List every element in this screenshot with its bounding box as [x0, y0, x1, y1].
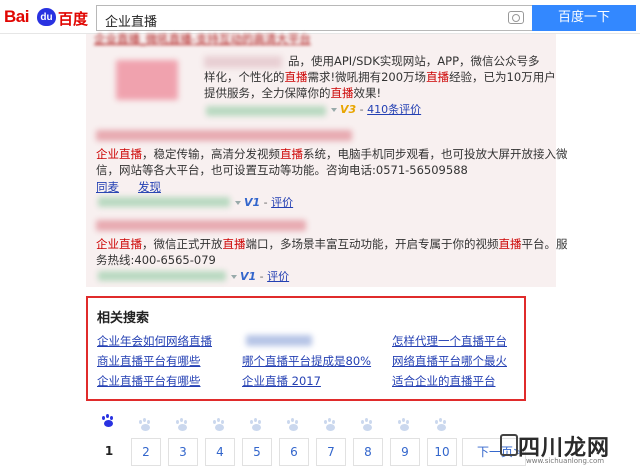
- keyword-highlight: 直播: [284, 70, 308, 84]
- related-link[interactable]: 怎样代理一个直播平台: [392, 333, 507, 349]
- result-meta: V1 - 评价: [232, 194, 293, 210]
- watermark-logo-icon: [500, 434, 518, 456]
- search-header: Bai du 百度 企业直播 百度一下: [0, 0, 640, 34]
- reviews-link[interactable]: 评价: [267, 270, 289, 283]
- related-title: 相关搜索: [97, 311, 150, 326]
- result-title[interactable]: 企业直播_微吼直播-支持互动的高清大平台: [94, 31, 311, 47]
- related-link-blurred[interactable]: [246, 335, 312, 346]
- baidu-paw-icon: [176, 418, 190, 432]
- desc-line: 品，使用API/SDK实现网站，APP，微信公众号多: [288, 54, 540, 68]
- desc-text: ，稳定传输，高清分发视频: [142, 147, 280, 161]
- chevron-down-icon[interactable]: [231, 274, 237, 279]
- search-button[interactable]: 百度一下: [532, 5, 636, 31]
- page-4-button[interactable]: 4: [205, 438, 235, 466]
- baidu-paw-icon: [102, 414, 116, 428]
- search-input[interactable]: 企业直播: [96, 5, 532, 31]
- desc-line: 企业直播，稳定传输，高清分发视频直播系统，电脑手机同步观看，也可投放大屏开放接入…: [96, 147, 568, 161]
- keyword-highlight: 直播: [280, 147, 303, 161]
- baidu-paw-icon: [250, 418, 264, 432]
- result-desc: 样化，个性化的直播需求!微吼拥有200万场直播经验，已为10万用户: [204, 69, 556, 85]
- related-link[interactable]: 哪个直播平台提成是80%: [242, 353, 371, 369]
- watermark-url: www.sichuanlong.com: [526, 457, 605, 465]
- page-9-button[interactable]: 9: [390, 438, 420, 466]
- result-desc: 企业直播，微信正式开放直播端口，多场景丰富互动功能，开启专属于你的视频直播平台。…: [96, 236, 568, 252]
- desc-text: 平台。服: [521, 237, 568, 251]
- result-desc: 企业直播，稳定传输，高清分发视频直播系统，电脑手机同步观看，也可投放大屏开放接入…: [96, 146, 568, 162]
- page-5-button[interactable]: 5: [242, 438, 272, 466]
- desc-text: 信，网站等各大平台，也可设置互动等功能。咨询电话:0571-56509588: [96, 163, 468, 177]
- keyword-highlight: 直播: [222, 237, 246, 251]
- keyword-highlight: 企业直播: [96, 147, 142, 161]
- page-1-button[interactable]: 1: [94, 438, 124, 466]
- desc-text: 效果!: [353, 86, 382, 100]
- reviews-link[interactable]: 评价: [271, 196, 293, 209]
- page-6-button[interactable]: 6: [279, 438, 309, 466]
- baidu-paw-icon: [398, 418, 412, 432]
- logo-chinese: 百度: [58, 10, 89, 28]
- chevron-down-icon[interactable]: [235, 200, 241, 205]
- related-searches: 相关搜索 企业年会如何网络直播 怎样代理一个直播平台 商业直播平台有哪些 哪个直…: [86, 296, 526, 401]
- page-10-button[interactable]: 10: [427, 438, 457, 466]
- desc-text: 品，使用API/SDK实现网站，APP，微信公众号多: [288, 54, 540, 68]
- v3-badge[interactable]: V3: [340, 103, 356, 116]
- page-2-button[interactable]: 2: [131, 438, 161, 466]
- camera-icon[interactable]: [508, 11, 524, 24]
- search-results: 企业直播_微吼直播-支持互动的高清大平台 品，使用API/SDK实现网站，APP…: [86, 31, 568, 287]
- result-desc: 提供服务，全力保障你的直播效果!: [204, 85, 381, 101]
- keyword-highlight: 直播: [330, 86, 354, 100]
- baidu-logo[interactable]: Bai du 百度: [4, 6, 90, 28]
- baidu-paw-icon: [435, 418, 449, 432]
- watermark: 四川龙网 www.sichuanlong.com: [496, 428, 636, 466]
- v1-badge[interactable]: V1: [244, 196, 260, 209]
- baidu-paw-icon: [361, 418, 375, 432]
- sub-link[interactable]: 同麦: [96, 179, 119, 195]
- logo-latin: Bai: [4, 7, 29, 26]
- related-link[interactable]: 商业直播平台有哪些: [97, 353, 201, 369]
- sub-link[interactable]: 发现: [138, 179, 161, 195]
- desc-text: 提供服务，全力保障你的: [204, 86, 331, 100]
- desc-text: 务热线:400-6565-079: [96, 253, 216, 267]
- desc-text: ，微信正式开放: [142, 237, 223, 251]
- v1-badge[interactable]: V1: [240, 270, 256, 283]
- baidu-paw-icon: [324, 418, 338, 432]
- related-link[interactable]: 网络直播平台哪个最火: [392, 353, 507, 369]
- page-7-button[interactable]: 7: [316, 438, 346, 466]
- desc-text: 样化，个性化的: [204, 70, 285, 84]
- result-title[interactable]: [96, 220, 306, 231]
- related-link[interactable]: 企业直播平台有哪些: [97, 373, 201, 389]
- result-desc: 务热线:400-6565-079: [96, 252, 216, 268]
- keyword-highlight: 直播: [498, 237, 522, 251]
- keyword-highlight: 直播: [426, 70, 450, 84]
- baidu-paw-icon: du: [37, 8, 56, 26]
- desc-text: 经验，已为10万用户: [449, 70, 556, 84]
- search-query: 企业直播: [105, 15, 158, 30]
- result-meta: V1 - 评价: [228, 268, 289, 284]
- chevron-down-icon[interactable]: [331, 107, 337, 112]
- reviews-link[interactable]: 410条评价: [367, 103, 421, 116]
- desc-text: 端口，多场景丰富互动功能，开启专属于你的视频: [245, 237, 499, 251]
- baidu-paw-icon: [139, 418, 153, 432]
- result-meta: V3 - 410条评价: [328, 101, 421, 117]
- baidu-paw-icon: [213, 418, 227, 432]
- result-desc: 品，使用API/SDK实现网站，APP，微信公众号多: [288, 53, 540, 69]
- desc-text: 系统，电脑手机同步观看，也可投放大屏开放接入微: [303, 147, 568, 161]
- page-3-button[interactable]: 3: [168, 438, 198, 466]
- desc-line: 企业直播，微信正式开放直播端口，多场景丰富互动功能，开启专属于你的视频直播平台。…: [96, 237, 568, 251]
- related-link[interactable]: 适合企业的直播平台: [392, 373, 496, 389]
- related-link[interactable]: 企业直播 2017: [242, 373, 321, 389]
- result-thumbnail: [116, 60, 178, 100]
- result-desc: 信，网站等各大平台，也可设置互动等功能。咨询电话:0571-56509588: [96, 162, 468, 178]
- desc-line: 务热线:400-6565-079: [96, 253, 216, 267]
- baidu-paw-icon: [287, 418, 301, 432]
- desc-line: 提供服务，全力保障你的直播效果!: [204, 86, 381, 100]
- desc-text: 需求!微吼拥有200万场: [307, 70, 427, 84]
- result-title[interactable]: [96, 130, 352, 141]
- keyword-highlight: 企业直播: [96, 237, 142, 251]
- desc-line: 样化，个性化的直播需求!微吼拥有200万场直播经验，已为10万用户: [204, 70, 556, 84]
- related-link[interactable]: 企业年会如何网络直播: [97, 333, 212, 349]
- desc-line: 信，网站等各大平台，也可设置互动等功能。咨询电话:0571-56509588: [96, 163, 468, 177]
- page-8-button[interactable]: 8: [353, 438, 383, 466]
